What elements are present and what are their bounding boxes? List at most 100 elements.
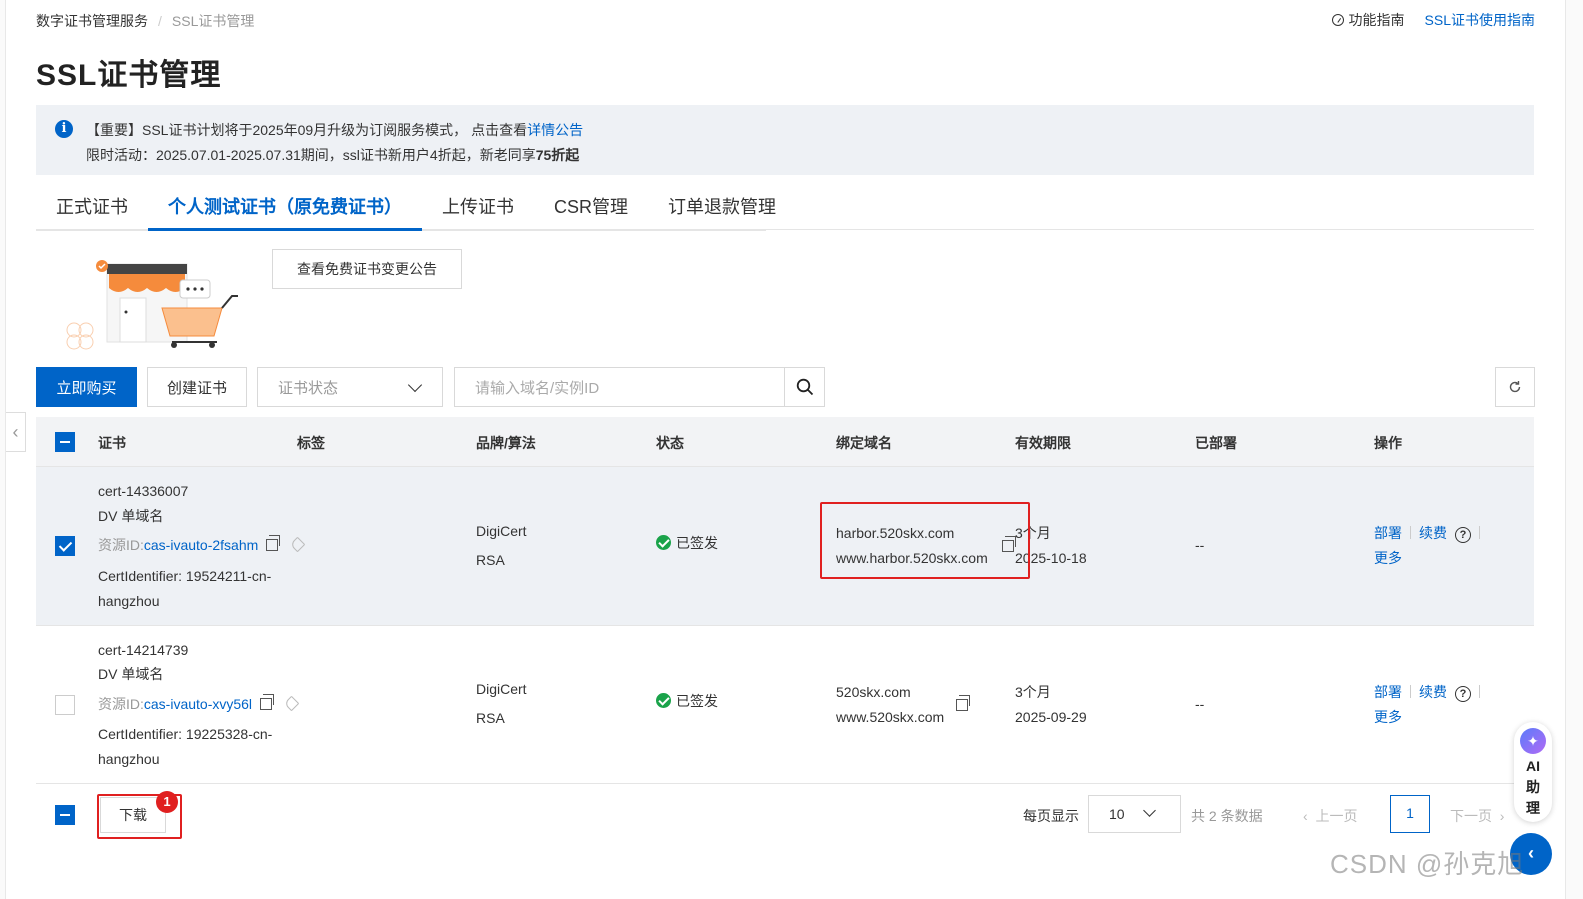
tab-csr-management[interactable]: CSR管理 (534, 186, 648, 231)
header-deployed: 已部署 (1195, 435, 1237, 451)
notice-line-2-text: 限时活动：2025.07.01-2025.07.31期间，ssl证书新用户4折起… (86, 147, 536, 163)
ai-assistant-button[interactable]: ✦ AI 助 理 (1514, 722, 1552, 822)
notice-banner: i 【重要】SSL证书计划将于2025年09月升级为订阅服务模式， 点击查看详情… (36, 105, 1534, 175)
create-cert-button[interactable]: 创建证书 (147, 367, 247, 407)
total-count: 共 2 条数据 (1191, 808, 1263, 824)
page-number-current[interactable]: 1 (1390, 795, 1430, 833)
footer-select-all-checkbox[interactable] (55, 805, 75, 825)
domain-primary: 520skx.com (836, 684, 911, 700)
status-text: 已签发 (676, 535, 718, 551)
cert-status-select[interactable]: 证书状态 (257, 367, 443, 407)
ai-label: AI (1526, 758, 1540, 774)
brand: DigiCert (476, 523, 527, 539)
resource-id: 资源ID:cas-ivauto-2fsahm (98, 533, 306, 558)
header-status: 状态 (656, 435, 684, 451)
search-button[interactable] (784, 367, 825, 407)
actions: 部署 续费? (1374, 521, 1488, 546)
table-row[interactable]: cert-14214739 DV 单域名 资源ID:cas-ivauto-xvy… (36, 626, 1534, 784)
algorithm: RSA (476, 552, 505, 568)
chevron-left-icon: ‹ (1303, 808, 1316, 824)
ai-label-char-2: 理 (1526, 800, 1540, 816)
cert-id: cert-14214739 (98, 642, 189, 658)
chevron-down-icon (1143, 804, 1156, 817)
actions: 部署 续费? (1374, 680, 1488, 705)
tag-icon[interactable] (283, 695, 300, 712)
page-size-select[interactable]: 10 (1088, 795, 1181, 833)
notice-line-1-text: 【重要】SSL证书计划将于2025年09月升级为订阅服务模式， 点击查看 (86, 122, 528, 138)
next-label: 下一页 (1450, 808, 1492, 824)
next-page-button[interactable]: 下一页 › (1450, 806, 1504, 826)
breadcrumb: 数字证书管理服务 / SSL证书管理 (36, 11, 254, 31)
buy-now-button[interactable]: 立即购买 (36, 367, 137, 407)
breadcrumb-root[interactable]: 数字证书管理服务 (36, 11, 148, 31)
tab-refund-management[interactable]: 订单退款管理 (648, 186, 796, 231)
deployed-value: -- (1195, 537, 1205, 553)
search-icon (796, 378, 813, 396)
domain-secondary: www.520skx.com (836, 709, 945, 725)
brand: DigiCert (476, 681, 527, 697)
renew-link[interactable]: 续费 (1419, 525, 1447, 541)
cert-id: cert-14336007 (98, 483, 189, 499)
resource-prefix: 资源ID: (98, 537, 144, 553)
step-badge: 1 (156, 791, 178, 813)
guide-link[interactable]: 功能指南 (1331, 10, 1405, 30)
more-link[interactable]: 更多 (1374, 546, 1402, 571)
sparkle-icon: ✦ (1520, 728, 1546, 754)
resource-id-link[interactable]: cas-ivauto-2fsahm (144, 537, 258, 553)
watermark: CSDN @孙克旭 (1330, 849, 1525, 879)
search-input[interactable]: 请输入域名/实例ID (454, 367, 784, 407)
header-domain: 绑定域名 (836, 435, 892, 451)
help-icon[interactable]: ? (1455, 527, 1471, 543)
header-validity: 有效期限 (1015, 435, 1071, 451)
resource-id-link[interactable]: cas-ivauto-xvy56l (144, 696, 252, 712)
deploy-link[interactable]: 部署 (1374, 684, 1402, 700)
per-page-label: 每页显示 (1023, 808, 1079, 824)
guide-label: 功能指南 (1348, 12, 1405, 28)
deploy-link[interactable]: 部署 (1374, 525, 1402, 541)
prev-page-button[interactable]: ‹ 上一页 (1303, 806, 1357, 826)
row-checkbox[interactable] (55, 536, 75, 556)
algorithm: RSA (476, 710, 505, 726)
more-link[interactable]: 更多 (1374, 705, 1402, 730)
refresh-button[interactable] (1495, 367, 1535, 407)
divider (1410, 526, 1411, 539)
top-links: 功能指南 SSL证书使用指南 (1331, 10, 1535, 30)
copy-icon[interactable] (266, 535, 281, 551)
validity-duration: 3个月 (1015, 684, 1051, 700)
domain-highlight-box (820, 502, 1030, 579)
notice-line-2: 限时活动：2025.07.01-2025.07.31期间，ssl证书新用户4折起… (86, 143, 1534, 168)
deployed-value: -- (1195, 696, 1205, 712)
tab-bar: 正式证书 个人测试证书（原免费证书） 上传证书 CSR管理 订单退款管理 (36, 186, 776, 231)
select-all-checkbox[interactable] (55, 432, 75, 452)
row-checkbox[interactable] (55, 695, 75, 715)
tab-official-certs[interactable]: 正式证书 (36, 186, 148, 231)
tab-upload-cert[interactable]: 上传证书 (422, 186, 534, 231)
compass-icon (1331, 14, 1344, 26)
validity-expire: 2025-09-29 (1015, 709, 1087, 725)
tab-personal-test-certs[interactable]: 个人测试证书（原免费证书） (148, 186, 422, 231)
usage-guide-link[interactable]: SSL证书使用指南 (1425, 10, 1535, 30)
cert-identifier-region: hangzhou (98, 751, 160, 767)
copy-icon[interactable] (260, 694, 275, 710)
tag-icon[interactable] (290, 536, 306, 553)
header-cert: 证书 (98, 435, 126, 451)
chevron-right-icon: › (1492, 808, 1505, 824)
divider (1479, 526, 1480, 539)
cert-identifier: CertIdentifier: 19225328-cn- (98, 726, 273, 742)
chevron-down-icon (407, 377, 423, 393)
nav-collapse-chevron-icon[interactable]: ‹ (6, 412, 26, 452)
header-tag: 标签 (297, 435, 325, 451)
copy-domain-icon[interactable] (956, 695, 970, 711)
free-cert-notice-button[interactable]: 查看免费证书变更公告 (272, 249, 462, 289)
notice-line-1: 【重要】SSL证书计划将于2025年09月升级为订阅服务模式， 点击查看详情公告 (86, 118, 1534, 143)
notice-detail-link[interactable]: 详情公告 (527, 122, 583, 138)
breadcrumb-separator: / (158, 13, 162, 29)
notice-discount: 75折起 (535, 147, 580, 163)
header-brand: 品牌/算法 (476, 435, 536, 451)
renew-link[interactable]: 续费 (1419, 684, 1447, 700)
page-root: ‹ 数字证书管理服务 / SSL证书管理 功能指南 SSL证书使用指南 SSL证… (0, 0, 1583, 899)
refresh-icon (1509, 381, 1521, 393)
help-icon[interactable]: ? (1455, 686, 1471, 702)
table-row[interactable]: cert-14336007 DV 单域名 资源ID:cas-ivauto-2fs… (36, 467, 1534, 626)
page-title: SSL证书管理 (36, 59, 222, 92)
